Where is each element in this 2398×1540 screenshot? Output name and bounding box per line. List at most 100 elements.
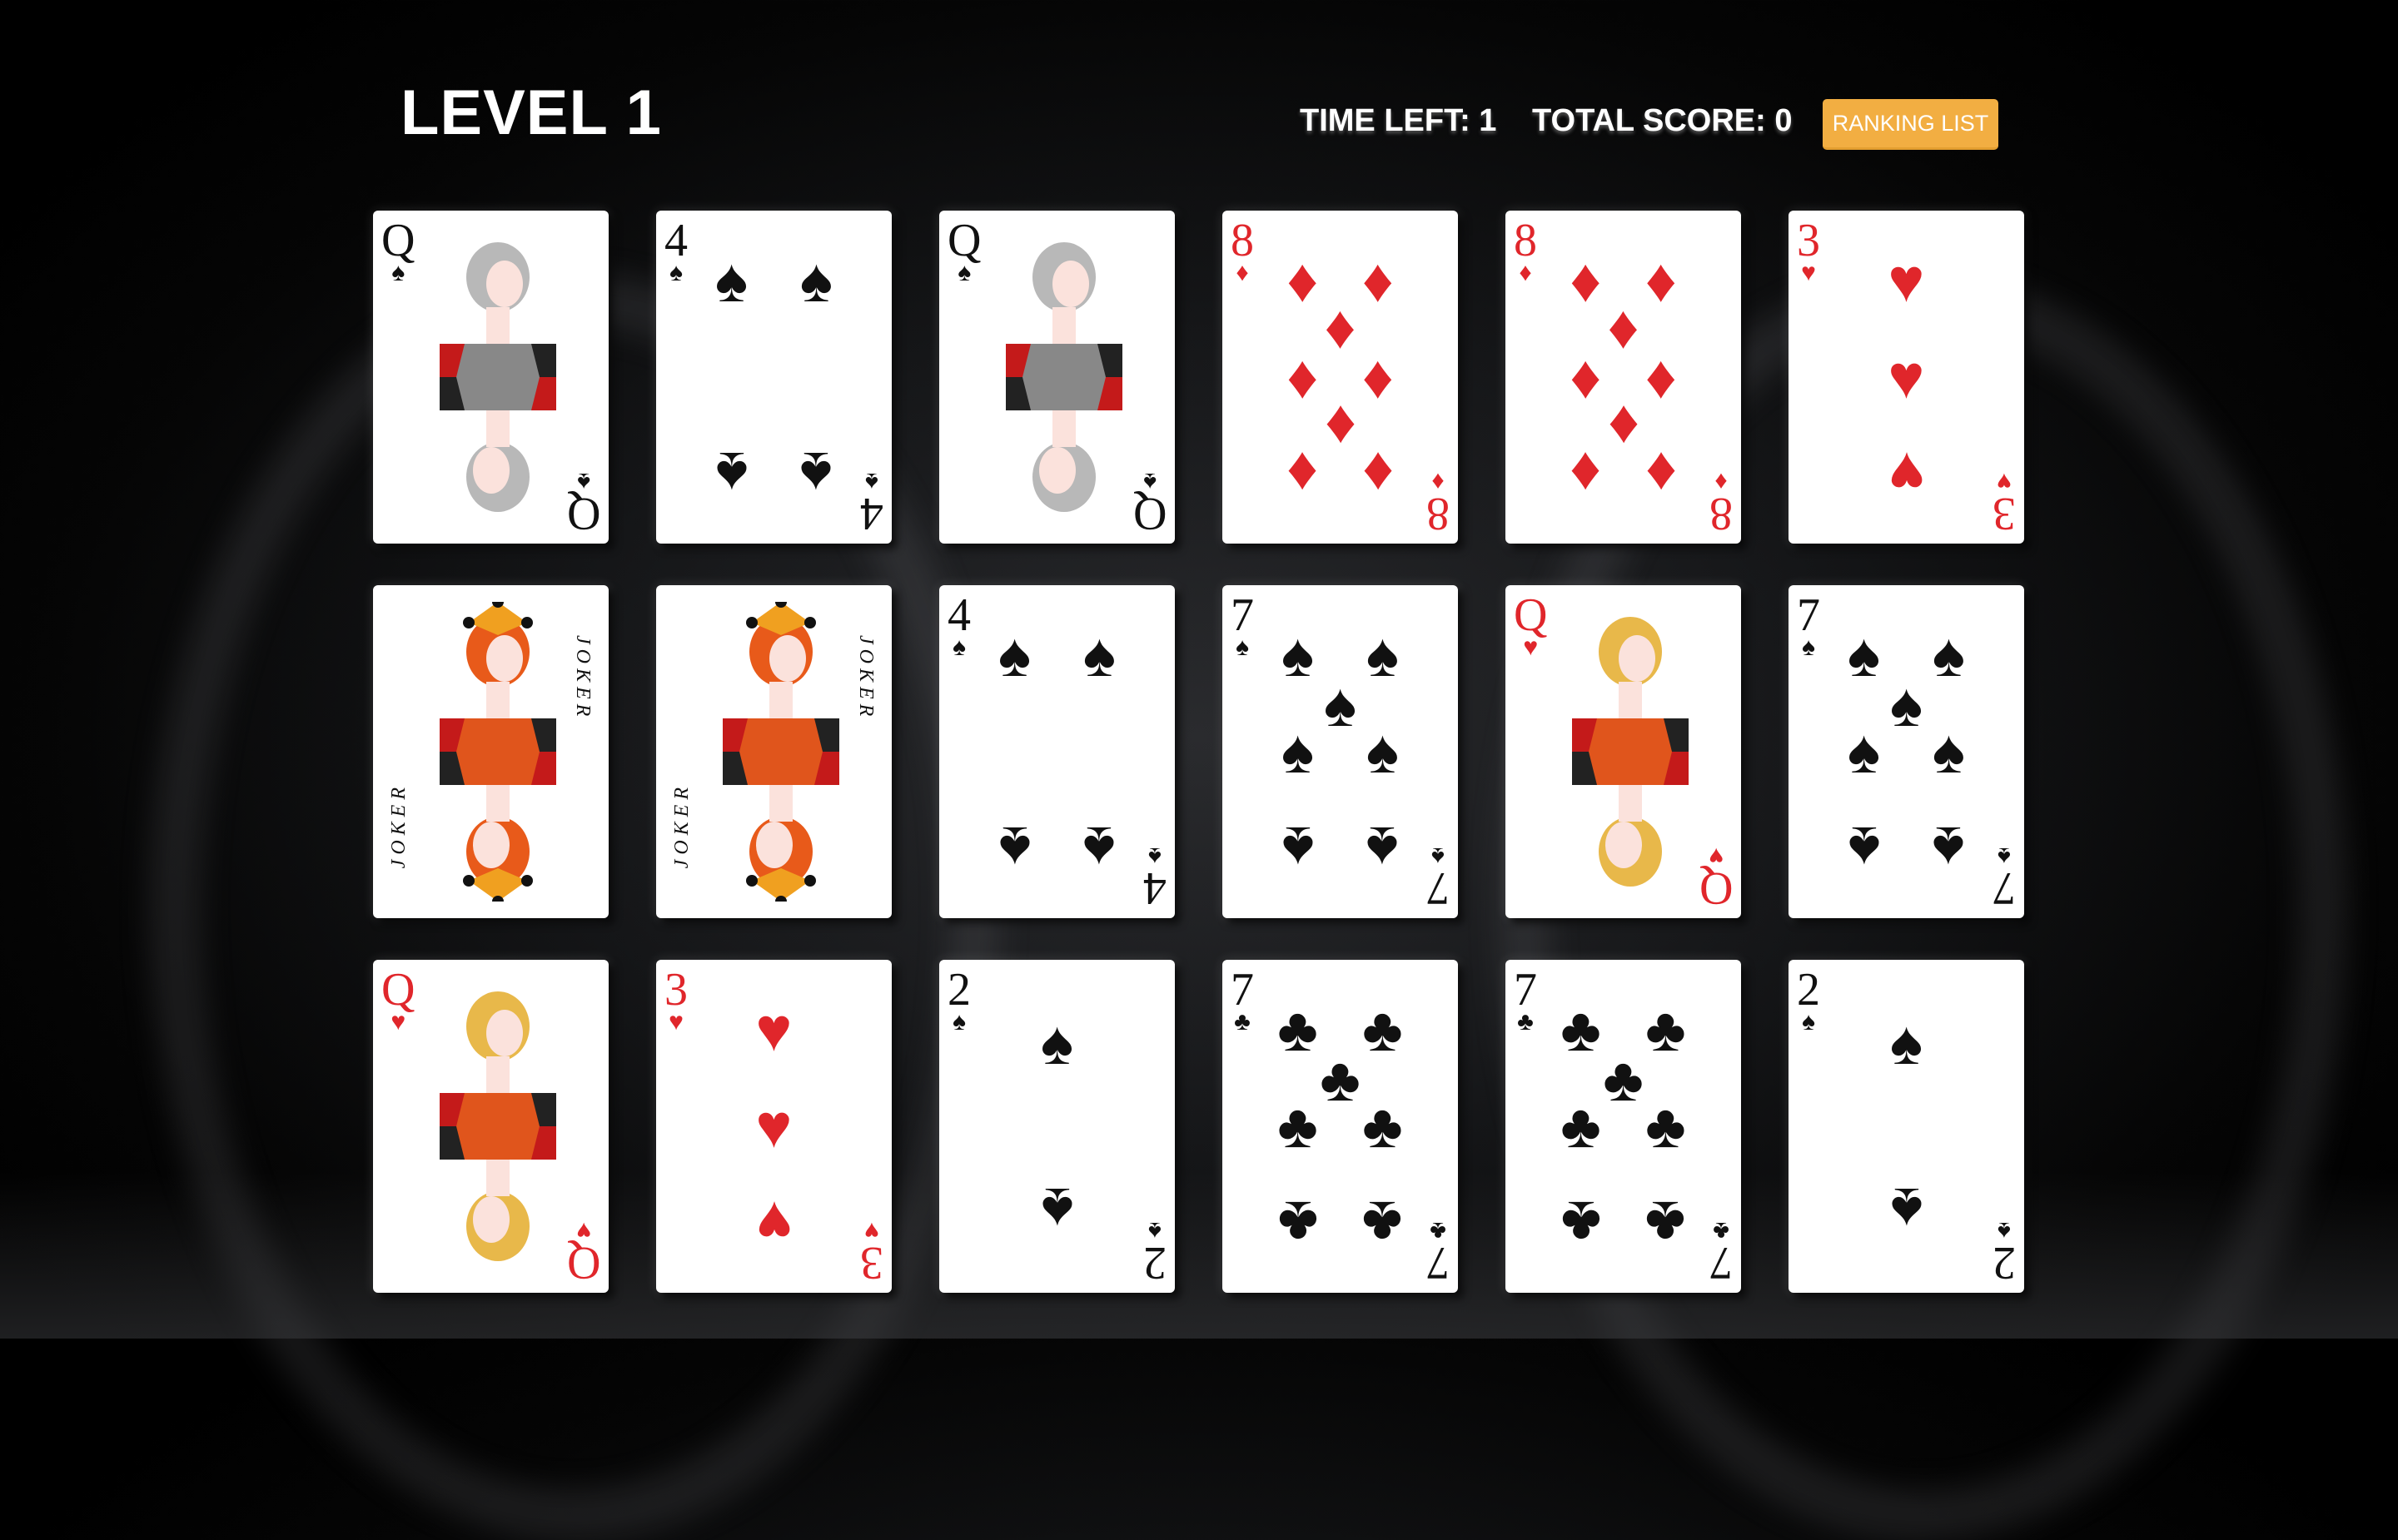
card-rank: 2 (1143, 1237, 1167, 1289)
diamond-pip-icon: ♦ (1361, 342, 1394, 411)
spade-pip-icon: ♠ (799, 440, 833, 509)
corner-index-bot: 7 ♠ (1993, 842, 2016, 914)
card[interactable]: 7 ♣ 7 ♣ ♣ ♣ ♣ ♣ ♣ ♣ ♣ (1222, 960, 1458, 1293)
card-rank: 3 (664, 964, 688, 1016)
corner-index-bot: 4 ♠ (1143, 842, 1167, 914)
diamond-pip-icon: ♦ (1286, 440, 1319, 509)
card-rank: 8 (1709, 488, 1733, 539)
card-rank: 2 (948, 964, 971, 1016)
joker-label: JOKER (572, 635, 594, 722)
card-rank: 7 (1231, 589, 1254, 641)
card[interactable]: 3 ♥ 3 ♥ ♥ ♥ ♥ (1789, 211, 2024, 544)
club-pip-icon: ♣ (1603, 1045, 1644, 1114)
card[interactable]: 8 ♦ 8 ♦ ♦ ♦ ♦ ♦ ♦ ♦ ♦ ♦ (1222, 211, 1458, 544)
corner-index-top: 3 ♥ (664, 966, 688, 1035)
club-pip-icon: ♣ (1362, 1189, 1403, 1258)
spade-pip-icon: ♠ (1040, 1008, 1074, 1077)
corner-index-top: 3 ♥ (1797, 217, 1820, 286)
card[interactable]: 2 ♠ 2 ♠ ♠ ♠ (1789, 960, 2024, 1293)
card[interactable]: Q ♠ Q ♠ (939, 211, 1175, 544)
total-score: TOTAL SCORE: 0 (1532, 103, 1793, 138)
queen-illustration (440, 242, 556, 512)
diamond-pip-icon: ♦ (1570, 342, 1602, 411)
card-rank: 4 (1143, 862, 1167, 914)
card-rank: 2 (1797, 964, 1820, 1016)
diamond-pip-icon: ♦ (1644, 342, 1677, 411)
spade-pip-icon: ♠ (1889, 1008, 1923, 1077)
spade-pip-icon: ♠ (1281, 717, 1315, 786)
card[interactable]: 7 ♣ 7 ♣ ♣ ♣ ♣ ♣ ♣ ♣ ♣ (1505, 960, 1741, 1293)
corner-index-top: 7 ♣ (1231, 966, 1254, 1035)
club-pip-icon: ♣ (1277, 995, 1318, 1064)
card[interactable]: 7 ♠ 7 ♠ ♠ ♠ ♠ ♠ ♠ ♠ ♠ (1222, 585, 1458, 918)
spade-pip-icon: ♠ (1323, 670, 1357, 739)
club-pip-icon: ♣ (1645, 995, 1686, 1064)
corner-index-bot: 8 ♦ (1709, 468, 1733, 539)
card[interactable]: 3 ♥ 3 ♥ ♥ ♥ ♥ (656, 960, 892, 1293)
club-pip-icon: ♣ (1277, 1091, 1318, 1160)
club-icon: ♣ (1517, 1008, 1534, 1036)
corner-index-bot: 3 ♥ (1993, 468, 2016, 539)
card[interactable]: Q ♥ Q ♥ (1505, 585, 1741, 918)
club-pip-icon: ♣ (1362, 995, 1403, 1064)
spade-pip-icon: ♠ (1847, 620, 1881, 689)
card[interactable]: 8 ♦ 8 ♦ ♦ ♦ ♦ ♦ ♦ ♦ ♦ ♦ (1505, 211, 1741, 544)
card[interactable]: 4 ♠ 4 ♠ ♠ ♠ ♠ ♠ (656, 211, 892, 544)
card[interactable]: JOKER JOKER (373, 585, 609, 918)
corner-index-top: 8 ♦ (1514, 217, 1537, 286)
spade-pip-icon: ♠ (1847, 717, 1881, 786)
card[interactable]: Q ♥ Q ♥ (373, 960, 609, 1293)
card[interactable]: JOKER JOKER (656, 585, 892, 918)
heart-pip-icon: ♥ (1888, 246, 1925, 315)
heart-pip-icon: ♥ (755, 1189, 793, 1258)
corner-index-bot: 7 ♣ (1426, 1217, 1450, 1289)
spade-pip-icon: ♠ (998, 620, 1032, 689)
diamond-pip-icon: ♦ (1324, 292, 1356, 361)
card-rank: 8 (1231, 215, 1254, 266)
spade-pip-icon: ♠ (1366, 717, 1400, 786)
club-pip-icon: ♣ (1277, 1189, 1318, 1258)
diamond-pip-icon: ♦ (1570, 246, 1602, 315)
spade-pip-icon: ♠ (1281, 814, 1315, 883)
card-rank: 7 (1993, 862, 2016, 914)
heart-pip-icon: ♥ (1888, 440, 1925, 509)
diamond-pip-icon: ♦ (1644, 440, 1677, 509)
spade-pip-icon: ♠ (799, 246, 833, 315)
spade-pip-icon: ♠ (1366, 620, 1400, 689)
card[interactable]: 7 ♠ 7 ♠ ♠ ♠ ♠ ♠ ♠ ♠ ♠ (1789, 585, 2024, 918)
spade-pip-icon: ♠ (998, 814, 1032, 883)
corner-index-bot: 7 ♣ (1709, 1217, 1733, 1289)
card-rank: 4 (948, 589, 971, 641)
spade-pip-icon: ♠ (1366, 814, 1400, 883)
card[interactable]: Q ♠ Q ♠ (373, 211, 609, 544)
card[interactable]: 4 ♠ 4 ♠ ♠ ♠ ♠ ♠ (939, 585, 1175, 918)
club-pip-icon: ♣ (1560, 995, 1601, 1064)
club-icon: ♣ (1430, 1217, 1446, 1244)
diamond-pip-icon: ♦ (1607, 393, 1639, 462)
club-icon: ♣ (1713, 1217, 1729, 1244)
card-rank: 7 (1709, 1237, 1733, 1289)
corner-index-top: 2 ♠ (948, 966, 971, 1035)
spade-pip-icon: ♠ (1889, 1175, 1923, 1244)
club-pip-icon: ♣ (1645, 1091, 1686, 1160)
corner-index-bot: 2 ♠ (1993, 1217, 2016, 1289)
diamond-pip-icon: ♦ (1361, 440, 1394, 509)
joker-illustration (723, 602, 839, 902)
corner-index-bot: 2 ♠ (1143, 1217, 1167, 1289)
corner-index-top: 2 ♠ (1797, 966, 1820, 1035)
joker-illustration (440, 602, 556, 902)
joker-label: JOKER (855, 635, 877, 722)
diamond-pip-icon: ♦ (1607, 292, 1639, 361)
card-rank: 7 (1426, 1237, 1450, 1289)
club-icon: ♣ (1234, 1008, 1251, 1036)
corner-index-top: 4 ♠ (948, 592, 971, 660)
card[interactable]: 2 ♠ 2 ♠ ♠ ♠ (939, 960, 1175, 1293)
club-pip-icon: ♣ (1645, 1189, 1686, 1258)
spade-pip-icon: ♠ (1932, 620, 1966, 689)
corner-index-bot: 7 ♠ (1426, 842, 1450, 914)
club-pip-icon: ♣ (1560, 1091, 1601, 1160)
spade-pip-icon: ♠ (1082, 814, 1117, 883)
card-rank: 8 (1514, 215, 1537, 266)
spade-pip-icon: ♠ (1847, 814, 1881, 883)
ranking-list-button[interactable]: RANKING LIST (1823, 99, 1998, 150)
